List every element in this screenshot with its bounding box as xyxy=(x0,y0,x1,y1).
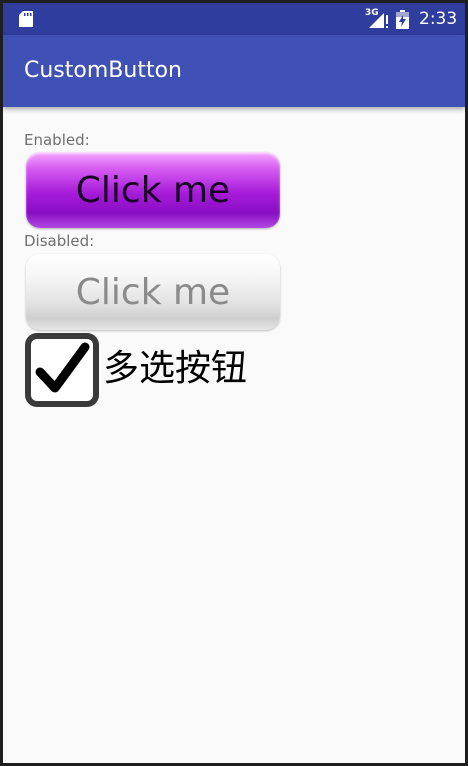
status-clock: 2:33 xyxy=(419,9,458,29)
disabled-click-button: Click me xyxy=(26,254,280,330)
enabled-label: Enabled: xyxy=(24,131,90,149)
checkbox-label: 多选按钮 xyxy=(103,348,248,389)
enabled-button-label: Click me xyxy=(75,169,231,211)
checkbox-checked-icon[interactable] xyxy=(25,333,99,407)
status-bar: 3G 2:33 xyxy=(3,3,465,35)
enabled-click-button[interactable]: Click me xyxy=(26,152,280,228)
battery-icon xyxy=(396,10,409,29)
checkbox-row[interactable]: 多选按钮 xyxy=(23,330,323,410)
app-bar: CustomButton xyxy=(3,35,465,107)
signal-indicator: 3G xyxy=(365,9,391,29)
app-title: CustomButton xyxy=(24,58,182,83)
screen: 3G 2:33 CustomButton Enabled: Click me D… xyxy=(3,3,465,763)
sd-card-icon xyxy=(19,11,33,27)
signal-icon xyxy=(369,13,388,28)
device-frame: 3G 2:33 CustomButton Enabled: Click me D… xyxy=(0,0,468,766)
disabled-label: Disabled: xyxy=(24,232,95,250)
disabled-button-label: Click me xyxy=(75,271,231,313)
